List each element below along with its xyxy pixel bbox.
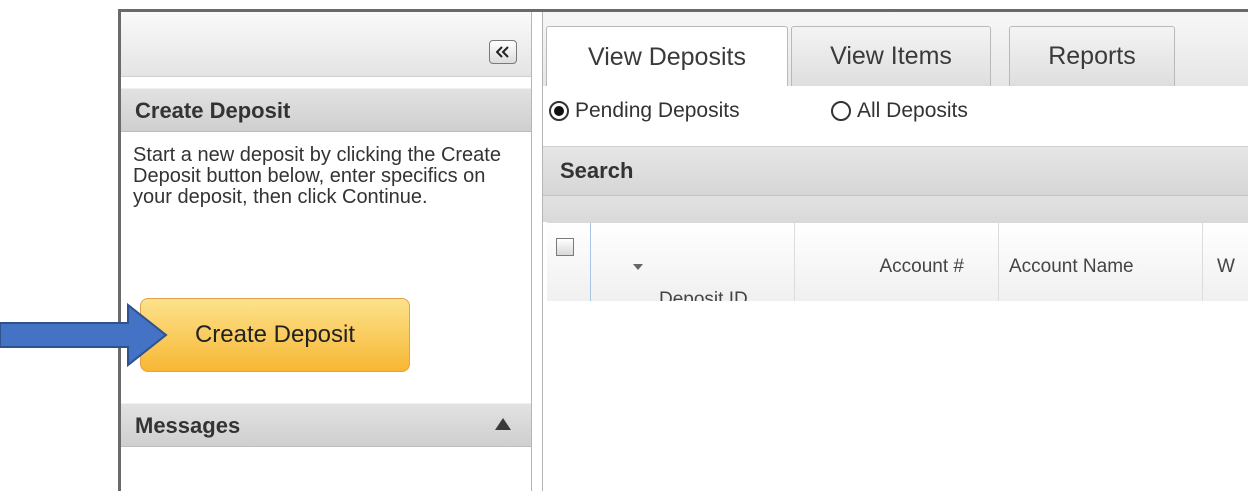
truncated-column-label: W (1217, 256, 1235, 277)
column-header-deposit-id[interactable]: Deposit ID (591, 223, 795, 310)
deposits-grid-body (547, 301, 1248, 491)
create-deposit-header: Create Deposit (121, 88, 531, 132)
column-header-account-number[interactable]: Account # (795, 223, 999, 301)
search-section-header[interactable]: Search (543, 147, 1248, 196)
messages-title: Messages (135, 413, 241, 438)
all-deposits-label: All Deposits (857, 99, 968, 122)
search-section-body (543, 196, 1248, 222)
create-deposit-description: Start a new deposit by clicking the Crea… (133, 144, 501, 208)
radio-selected-icon[interactable] (549, 101, 569, 121)
caret-down-icon[interactable] (633, 263, 643, 270)
column-header-truncated[interactable]: W (1203, 223, 1248, 301)
left-panel-toolbar (121, 12, 531, 77)
create-deposit-title: Create Deposit (135, 98, 291, 123)
pending-deposits-label: Pending Deposits (575, 99, 740, 122)
tab-view-deposits[interactable]: View Deposits (546, 26, 788, 88)
messages-header[interactable]: Messages (121, 403, 531, 447)
account-name-label: Account Name (1009, 256, 1134, 277)
collapse-panel-button[interactable] (489, 40, 517, 64)
create-deposit-button[interactable]: Create Deposit (140, 298, 410, 372)
column-header-account-name[interactable]: Account Name (999, 223, 1203, 301)
tab-reports[interactable]: Reports (1009, 26, 1175, 86)
radio-unselected-icon[interactable] (831, 101, 851, 121)
main-panel: View Deposits View Items Reports Pending… (542, 12, 1248, 491)
tab-bar: View Deposits View Items Reports (543, 12, 1248, 88)
double-chevron-left-icon (496, 46, 509, 58)
arrow-right-icon (0, 302, 168, 368)
select-all-column (547, 223, 591, 301)
left-panel: Create Deposit Start a new deposit by cl… (121, 12, 532, 491)
all-deposits-radio[interactable]: All Deposits (831, 99, 968, 123)
tab-view-items[interactable]: View Items (791, 26, 991, 86)
account-number-label: Account # (879, 256, 965, 277)
pending-deposits-radio[interactable]: Pending Deposits (549, 99, 740, 123)
deposits-grid-header: Deposit ID Account # Account Name W (547, 222, 1248, 310)
select-all-checkbox[interactable] (556, 238, 574, 256)
deposit-filter: Pending Deposits All Deposits (543, 86, 1248, 147)
search-title: Search (560, 158, 634, 183)
triangle-up-icon[interactable] (495, 418, 511, 430)
